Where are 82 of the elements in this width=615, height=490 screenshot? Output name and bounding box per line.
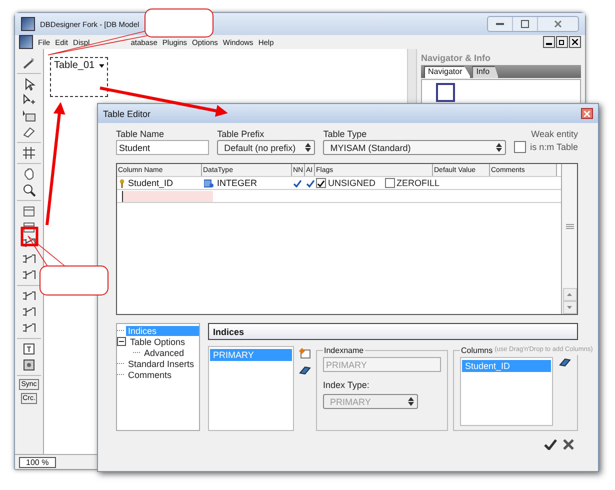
tree-item[interactable]: Table Options [128, 336, 188, 346]
minimize-button[interactable] [543, 36, 555, 48]
close-icon [572, 39, 578, 45]
checkbox-label: is n:m Table [530, 142, 578, 152]
field-label: Table Name [116, 129, 166, 139]
close-icon [563, 439, 574, 450]
close-button[interactable] [569, 36, 581, 48]
table-entity[interactable]: Table_01 [50, 57, 108, 97]
relation-icon[interactable] [22, 289, 36, 303]
add-index-button[interactable] [299, 348, 311, 359]
section-header: Indices [208, 323, 578, 340]
group-label: Indexname [324, 346, 364, 355]
eraser-icon [559, 357, 571, 367]
pointer-plus-icon[interactable] [22, 93, 36, 107]
input-field[interactable]: Student [116, 140, 210, 155]
document-icon [19, 35, 33, 49]
wand-icon[interactable] [22, 56, 36, 70]
minus-icon [119, 339, 124, 344]
field-label: Index Type: [323, 380, 370, 390]
dialog-title: Table Editor [103, 108, 151, 118]
close-button[interactable] [581, 108, 593, 119]
scroll-down-button[interactable] [562, 301, 576, 314]
close-icon [584, 110, 590, 116]
tree-item[interactable]: Advanced [142, 348, 186, 358]
delete-index-button[interactable] [299, 365, 311, 375]
zoom-field[interactable]: 100 % [19, 456, 56, 468]
pointer-box-icon[interactable] [22, 109, 36, 123]
tree-item[interactable]: Comments [126, 370, 174, 380]
relation-icon[interactable] [22, 305, 36, 319]
grid-icon[interactable] [22, 146, 36, 160]
tree-item[interactable]: Standard Inserts [126, 358, 196, 368]
note-icon[interactable] [22, 342, 36, 356]
relation-icon[interactable] [22, 252, 36, 266]
checkbox[interactable] [316, 178, 326, 188]
close-icon [554, 20, 562, 28]
zoom-icon[interactable] [22, 183, 36, 197]
check-icon [317, 178, 325, 188]
tab[interactable]: Info [472, 66, 499, 78]
scrollbar[interactable] [561, 164, 577, 314]
field-label: Table Prefix [217, 129, 266, 139]
checkbox-label: UNSIGNED [328, 178, 376, 188]
eraser-icon[interactable] [22, 125, 36, 139]
table-icon[interactable] [22, 204, 36, 218]
grip-icon [566, 224, 574, 228]
check-icon [544, 439, 557, 450]
new-index-icon [299, 348, 311, 359]
select-field[interactable]: Default (no prefix) [217, 140, 316, 155]
relation-icon[interactable] [22, 236, 36, 250]
field-label: Weak entity [531, 129, 578, 139]
checkbox-label: ZEROFILL [396, 178, 440, 188]
relation-icon[interactable] [22, 321, 36, 335]
cancel-button[interactable] [563, 439, 574, 450]
caret-icon [98, 64, 104, 68]
remove-column-button[interactable] [559, 357, 571, 367]
datatype-icon [204, 178, 214, 188]
spinner-icon [496, 143, 502, 152]
app-icon [21, 17, 35, 31]
panel-title: Navigator & Info [421, 53, 492, 63]
field-label: Table Type [323, 129, 368, 139]
ok-button[interactable] [544, 439, 557, 450]
expander-toggle[interactable] [117, 337, 126, 346]
checkbox[interactable] [384, 178, 395, 188]
table-name: Table_01 [54, 60, 95, 71]
restore-icon [559, 39, 565, 45]
image-icon[interactable] [22, 358, 36, 372]
highlight-frame [20, 226, 38, 246]
maximize-icon [521, 20, 529, 28]
input-field[interactable] [122, 190, 213, 202]
spinner-icon [305, 143, 312, 152]
table-cell: Student_ID [128, 178, 174, 188]
table-cell: INTEGER [217, 178, 258, 188]
tab[interactable]: Navigator [424, 66, 472, 78]
checkbox[interactable] [514, 141, 526, 153]
eraser-icon [299, 365, 311, 375]
relation-icon[interactable] [22, 268, 36, 282]
minimize-icon [496, 22, 504, 26]
group-label: Columns [461, 346, 493, 355]
restore-button[interactable] [556, 36, 568, 48]
down-arrow-icon [567, 306, 572, 309]
scroll-up-button[interactable] [562, 288, 576, 301]
up-arrow-icon [567, 293, 572, 296]
select-field[interactable]: MYISAM (Standard) [323, 140, 506, 155]
